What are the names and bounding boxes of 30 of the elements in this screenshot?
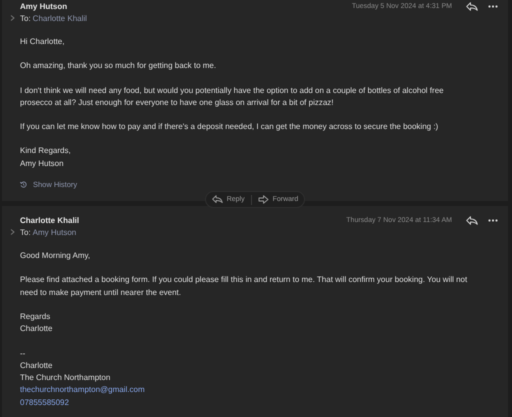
link[interactable]: 07855585092 xyxy=(20,396,69,410)
body-text: Good Morning Amy, xyxy=(20,250,92,262)
body-text: Please find attached a booking form. If you could please fill this in and return to me. That will confirm your booking. You will not need to make payment until nearer the event. xyxy=(20,274,468,299)
forward-icon xyxy=(258,195,269,204)
body-text: If you can let me know how to pay and if there's a deposit needed, I can get the money across to secure the booking :) xyxy=(20,121,440,134)
body-text: Regards xyxy=(20,310,52,323)
sender-name: Amy Hutson xyxy=(20,2,68,10)
sender-name: Charlotte Khalil xyxy=(20,216,80,225)
reply-button[interactable] xyxy=(466,2,478,10)
recipient-name[interactable]: Amy Hutson xyxy=(32,228,76,237)
more-button[interactable] xyxy=(488,218,498,222)
body-text: Charlotte xyxy=(20,360,54,372)
chevron-icon[interactable] xyxy=(10,15,15,21)
body-text: Oh amazing, thank you so much for getting back to me. xyxy=(20,60,218,72)
body-text: -- xyxy=(20,348,26,360)
reply-button[interactable] xyxy=(466,216,478,225)
body-text: Hi Charlotte, xyxy=(20,36,66,48)
reply-icon xyxy=(212,195,223,204)
to-label: To: xyxy=(20,14,31,22)
body-text: Amy Hutson xyxy=(20,158,65,170)
body-text: Kind Regards, xyxy=(20,145,72,158)
to-label: To: xyxy=(20,228,31,237)
history-icon xyxy=(20,181,27,188)
link[interactable]: thechurchnorthampton@gmail.com xyxy=(20,384,145,397)
more-button[interactable] xyxy=(488,4,498,8)
body-text: The Church Northampton xyxy=(20,372,112,384)
body-text: I don't think we will need any food, but would you potentially have the option to add on a couple of bottles of alcohol free prosecco at all? Just enough for everyone to have one glass on arrival for a bit of pizzaz! xyxy=(20,84,445,109)
recipient-name[interactable]: Charlotte Khalil xyxy=(32,14,87,22)
chevron-icon[interactable] xyxy=(10,229,15,236)
body-text: Charlotte xyxy=(20,323,54,336)
